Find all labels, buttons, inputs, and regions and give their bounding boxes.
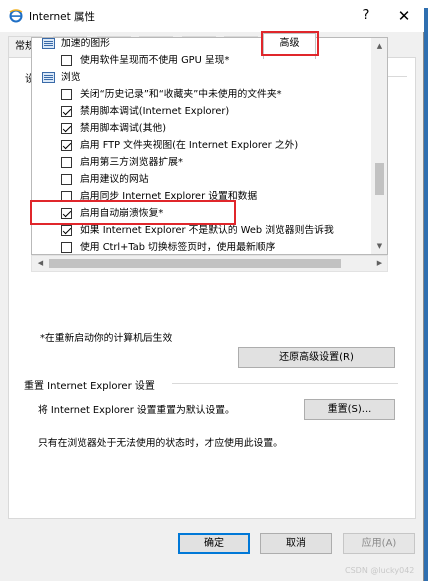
item-highlight-box xyxy=(30,200,236,225)
settings-category-label: 浏览 xyxy=(61,72,81,83)
setting-item[interactable]: 启用 FTP 文件夹视图(在 Internet Explorer 之外) xyxy=(32,137,371,154)
ok-button[interactable]: 确定 xyxy=(178,533,250,554)
horizontal-scrollbar[interactable]: ◀ ▶ xyxy=(31,255,388,272)
setting-label: 启用第三方浏览器扩展* xyxy=(80,157,183,168)
help-button[interactable]: ? xyxy=(354,6,378,26)
setting-item[interactable]: 使用软件呈现而不使用 GPU 呈现* xyxy=(32,52,371,69)
reset-note: 只有在浏览器处于无法使用的状态时，才应使用此设置。 xyxy=(38,438,283,449)
close-button[interactable]: ✕ xyxy=(392,6,416,26)
setting-item[interactable]: 启用建议的网站 xyxy=(32,171,371,188)
settings-category-icon xyxy=(42,72,55,83)
tab-highlight-box xyxy=(261,31,319,56)
setting-item[interactable]: 关闭“历史记录”和“收藏夹”中未使用的文件夹* xyxy=(32,86,371,103)
reset-description: 将 Internet Explorer 设置重置为默认设置。 xyxy=(38,405,235,416)
setting-label: 启用 FTP 文件夹视图(在 Internet Explorer 之外) xyxy=(80,140,299,151)
checkbox[interactable] xyxy=(61,89,72,100)
window-title: Internet 属性 xyxy=(29,11,96,23)
checkbox-checked[interactable] xyxy=(61,140,72,151)
watermark: CSDN @lucky042 xyxy=(345,566,415,575)
checkbox-checked[interactable] xyxy=(61,106,72,117)
setting-label: 禁用脚本调试(其他) xyxy=(80,123,167,134)
settings-category-label: 加速的图形 xyxy=(61,38,110,49)
scroll-right-arrow-icon[interactable]: ▶ xyxy=(371,256,388,271)
setting-label: 关闭“历史记录”和“收藏夹”中未使用的文件夹* xyxy=(80,89,282,100)
cancel-button[interactable]: 取消 xyxy=(260,533,332,554)
restore-advanced-settings-button[interactable]: 还原高级设置(R) xyxy=(238,347,395,368)
setting-label: 使用 Ctrl+Tab 切换标签页时，使用最新顺序 xyxy=(80,242,276,253)
restart-note: *在重新启动你的计算机后生效 xyxy=(40,333,173,344)
internet-options-dialog: Internet 属性 ? ✕ 常规 安全 隐私 内容 连接 程序 高级 设置 … xyxy=(0,0,424,581)
reset-button[interactable]: 重置(S)... xyxy=(304,399,395,420)
scroll-down-arrow-icon[interactable]: ▼ xyxy=(371,238,387,254)
setting-label: 禁用脚本调试(Internet Explorer) xyxy=(80,106,230,117)
setting-item[interactable]: 禁用脚本调试(Internet Explorer) xyxy=(32,103,371,120)
apply-button[interactable]: 应用(A) xyxy=(343,533,415,554)
title-bar[interactable]: Internet 属性 ? ✕ xyxy=(0,0,424,32)
setting-label: 使用软件呈现而不使用 GPU 呈现* xyxy=(80,55,230,66)
setting-item[interactable]: 禁用脚本调试(其他) xyxy=(32,120,371,137)
checkbox-checked[interactable] xyxy=(61,123,72,134)
checkbox[interactable] xyxy=(61,157,72,168)
checkbox[interactable] xyxy=(61,174,72,185)
internet-explorer-icon xyxy=(9,9,23,23)
vertical-scrollbar[interactable]: ▲ ▼ xyxy=(371,38,387,254)
reset-group-divider xyxy=(172,383,398,384)
settings-category-icon xyxy=(42,38,55,49)
checkbox[interactable] xyxy=(61,242,72,253)
checkbox[interactable] xyxy=(61,55,72,66)
setting-item-third-party-extensions[interactable]: 启用第三方浏览器扩展* xyxy=(32,154,371,171)
setting-item[interactable]: 使用 Ctrl+Tab 切换标签页时，使用最新顺序 xyxy=(32,239,371,254)
settings-category: 浏览 xyxy=(32,69,371,86)
scroll-left-arrow-icon[interactable]: ◀ xyxy=(32,256,49,271)
setting-label: 启用建议的网站 xyxy=(80,174,149,185)
reset-group-label: 重置 Internet Explorer 设置 xyxy=(24,381,155,392)
scrollbar-thumb[interactable] xyxy=(49,259,341,268)
settings-category: 加速的图形 xyxy=(32,38,371,52)
scroll-up-arrow-icon[interactable]: ▲ xyxy=(371,38,387,54)
checkbox-checked[interactable] xyxy=(61,225,72,236)
scrollbar-thumb[interactable] xyxy=(375,163,384,195)
